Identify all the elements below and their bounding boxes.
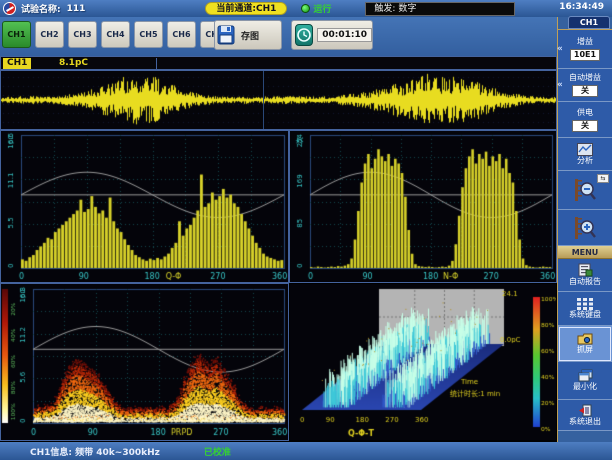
- q-phi-chart-panel: [0, 130, 289, 283]
- discharge-magnitude-value: 8.1pC: [59, 58, 88, 68]
- waveform-display: [1, 71, 556, 129]
- timer-panel: 00:01:10: [291, 20, 373, 50]
- zoom-in-button[interactable]: [558, 210, 612, 246]
- app-logo-icon: [3, 2, 16, 15]
- n-phi-histogram: [290, 131, 556, 282]
- channel-button-ch3[interactable]: CH3: [68, 21, 97, 48]
- test-name-value: 111: [67, 4, 86, 14]
- collapse-chevron-icon[interactable]: «: [557, 44, 563, 54]
- system-exit-label: 系统退出: [569, 417, 601, 427]
- power-supply-value: 关: [572, 120, 598, 132]
- sidebar-channel-tab[interactable]: CH1: [568, 16, 610, 29]
- minimize-label: 最小化: [573, 382, 597, 392]
- waveform-divider: [263, 71, 264, 129]
- q-phi-t-surface: [290, 284, 556, 440]
- calibrated-badge: 已校准: [204, 445, 231, 458]
- trigger-mode-box: 触发: 数字: [365, 2, 515, 16]
- analysis-button[interactable]: 分析: [558, 138, 612, 171]
- title-bar: 试验名称: 111 当前通道:CH1 运行 触发: 数字 16:34:49: [0, 0, 612, 17]
- auto-report-button[interactable]: 自动报告: [558, 259, 612, 292]
- q-phi-histogram: [1, 131, 288, 282]
- current-channel-badge: 当前通道:CH1: [205, 2, 287, 15]
- auto-report-label: 自动报告: [569, 277, 601, 287]
- display-area: CH1 8.1pC: [0, 56, 557, 442]
- camera-capture-icon: [577, 332, 593, 345]
- keyboard-icon: [577, 298, 593, 310]
- waveform-panel: [0, 70, 557, 130]
- system-keyboard-label: 系统键盘: [569, 310, 601, 320]
- run-status: 运行: [301, 2, 331, 15]
- gain-button[interactable]: « 增益 10E1: [558, 30, 612, 69]
- minimize-windows-icon: [578, 369, 593, 382]
- channel-button-ch4[interactable]: CH4: [101, 21, 130, 48]
- power-supply-label: 供电: [577, 108, 593, 118]
- signal-header: CH1 8.1pC: [0, 56, 557, 70]
- pd-analyzer-window: 试验名称: 111 当前通道:CH1 运行 触发: 数字 16:34:49 CH…: [0, 0, 612, 460]
- status-bar: CH1信息: 频带 40k~300kHz 已校准: [0, 442, 612, 460]
- channel-button-ch2[interactable]: CH2: [35, 21, 64, 48]
- auto-gain-button[interactable]: « 自动增益 关: [558, 69, 612, 102]
- n-phi-chart-panel: [289, 130, 557, 283]
- channel-button-ch1[interactable]: CH1: [2, 21, 31, 48]
- elapsed-time-value: 00:01:10: [317, 28, 372, 42]
- minimize-button[interactable]: 最小化: [558, 362, 612, 400]
- channel-info-text: CH1信息: 频带 40k~300kHz: [30, 445, 160, 458]
- exit-door-icon: [578, 404, 592, 417]
- power-supply-button[interactable]: 供电 关: [558, 102, 612, 138]
- collapse-chevron-icon[interactable]: «: [557, 80, 563, 90]
- floppy-disk-icon: [215, 24, 237, 46]
- analysis-label: 分析: [577, 156, 593, 166]
- prpd-heatmap: [1, 284, 288, 440]
- zoom-out-icon: [573, 177, 597, 203]
- analysis-chart-icon: [577, 143, 593, 156]
- clock-icon: [296, 27, 312, 43]
- auto-gain-value: 关: [572, 85, 598, 97]
- screen-capture-label: 抓屏: [577, 345, 593, 355]
- menu-header[interactable]: MENU: [558, 246, 612, 259]
- sidebar-body: « 增益 10E1 « 自动增益 关 供电 关 分析 ⇆: [558, 29, 612, 431]
- run-indicator-icon: [301, 4, 310, 13]
- auto-gain-label: 自动增益: [569, 73, 601, 83]
- channel-button-ch5[interactable]: CH5: [134, 21, 163, 48]
- system-keyboard-button[interactable]: 系统键盘: [558, 292, 612, 326]
- timer-button[interactable]: [295, 24, 313, 46]
- system-exit-button[interactable]: 系统退出: [558, 400, 612, 431]
- q-phi-t-chart-panel: [289, 283, 557, 441]
- zoom-out-button[interactable]: ⇆: [558, 171, 612, 210]
- zoom-in-icon: [573, 215, 597, 241]
- run-status-label: 运行: [313, 2, 331, 15]
- prpd-chart-panel: [0, 283, 289, 441]
- save-image-label: 存图: [241, 29, 259, 42]
- header-divider: [156, 58, 157, 70]
- signal-channel-badge: CH1: [3, 58, 31, 69]
- channel-button-ch6[interactable]: CH6: [167, 21, 196, 48]
- gain-value: 10E1: [570, 49, 600, 61]
- test-name-label: 试验名称:: [21, 2, 61, 15]
- gain-label: 增益: [577, 37, 593, 47]
- report-document-icon: [578, 263, 593, 277]
- toolbar: CH1CH2CH3CH4CH5CH6CH7CH8 存图 00:01:10: [0, 17, 557, 56]
- system-clock: 16:34:49: [559, 2, 604, 12]
- save-image-button[interactable]: 存图: [214, 20, 282, 50]
- screen-capture-button[interactable]: 抓屏: [558, 326, 612, 362]
- sidebar: CH1 « 增益 10E1 « 自动增益 关 供电 关 分析: [557, 17, 612, 442]
- zoom-out-badge: ⇆: [597, 174, 609, 183]
